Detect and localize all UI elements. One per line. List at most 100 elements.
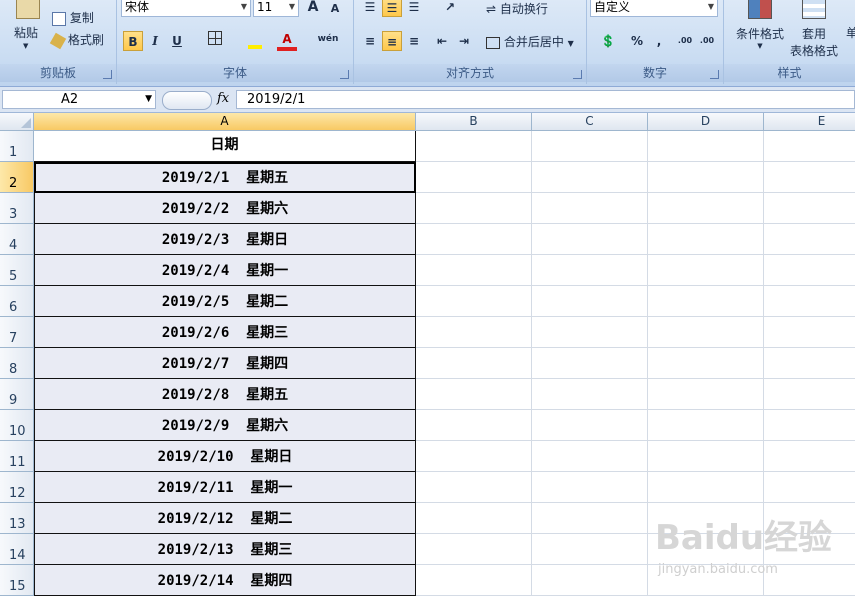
cell-c5[interactable] [532, 255, 648, 286]
row-header-4[interactable]: 4 [0, 224, 34, 255]
number-launcher-icon[interactable]: . [710, 70, 719, 79]
cell-a8[interactable]: 2019/2/7 星期四 [34, 348, 416, 379]
phonetic-button[interactable]: wén [315, 29, 341, 49]
cell-a12[interactable]: 2019/2/11 星期一 [34, 472, 416, 503]
cell-a9[interactable]: 2019/2/8 星期五 [34, 379, 416, 410]
comma-button[interactable]: , [649, 31, 669, 51]
cell-c9[interactable] [532, 379, 648, 410]
cell-c11[interactable] [532, 441, 648, 472]
cell-d10[interactable] [648, 410, 764, 441]
cell-a15[interactable]: 2019/2/14 星期四 [34, 565, 416, 596]
row-header-5[interactable]: 5 [0, 255, 34, 286]
cell-e10[interactable] [764, 410, 855, 441]
row-header-7[interactable]: 7 [0, 317, 34, 348]
conditional-format-button[interactable]: 条件格式 ▼ [730, 0, 790, 60]
row-header-14[interactable]: 14 [0, 534, 34, 565]
paste-button[interactable]: 粘贴 ▼ [6, 0, 46, 62]
shrink-font-button[interactable]: A [325, 0, 345, 19]
cell-c1[interactable] [532, 131, 648, 162]
cell-c2[interactable] [532, 162, 648, 193]
cell-d6[interactable] [648, 286, 764, 317]
cell-a4[interactable]: 2019/2/3 星期日 [34, 224, 416, 255]
cell-c10[interactable] [532, 410, 648, 441]
row-header-15[interactable]: 15 [0, 565, 34, 596]
cell-c12[interactable] [532, 472, 648, 503]
row-header-12[interactable]: 12 [0, 472, 34, 503]
cell-a5[interactable]: 2019/2/4 星期一 [34, 255, 416, 286]
row-header-11[interactable]: 11 [0, 441, 34, 472]
cell-a3[interactable]: 2019/2/2 星期六 [34, 193, 416, 224]
cell-b10[interactable] [416, 410, 532, 441]
cell-c4[interactable] [532, 224, 648, 255]
row-header-9[interactable]: 9 [0, 379, 34, 410]
cell-b12[interactable] [416, 472, 532, 503]
column-header-b[interactable]: B [416, 113, 532, 131]
copy-button[interactable]: 复制 [52, 9, 94, 26]
cell-c8[interactable] [532, 348, 648, 379]
number-format-select[interactable]: 自定义 ▼ [590, 0, 718, 17]
orientation-icon[interactable]: ↗ [436, 0, 464, 17]
underline-button[interactable]: U [167, 31, 187, 51]
cell-c6[interactable] [532, 286, 648, 317]
row-header-8[interactable]: 8 [0, 348, 34, 379]
font-color-button[interactable]: A [277, 29, 297, 51]
cell-e7[interactable] [764, 317, 855, 348]
cell-b14[interactable] [416, 534, 532, 565]
cell-b1[interactable] [416, 131, 532, 162]
align-center-icon[interactable]: ≡ [382, 31, 402, 51]
column-header-a[interactable]: A [34, 113, 416, 131]
cell-e6[interactable] [764, 286, 855, 317]
grow-font-button[interactable]: A [303, 0, 323, 17]
cell-e4[interactable] [764, 224, 855, 255]
cell-a6[interactable]: 2019/2/5 星期二 [34, 286, 416, 317]
row-header-10[interactable]: 10 [0, 410, 34, 441]
alignment-launcher-icon[interactable]: . [573, 70, 582, 79]
row-header-1[interactable]: 1 [0, 131, 34, 162]
cell-e3[interactable] [764, 193, 855, 224]
cell-b2[interactable] [416, 162, 532, 193]
column-header-c[interactable]: C [532, 113, 648, 131]
cell-b3[interactable] [416, 193, 532, 224]
cell-c14[interactable] [532, 534, 648, 565]
row-header-2[interactable]: 2 [0, 162, 34, 193]
cell-d7[interactable] [648, 317, 764, 348]
font-name-select[interactable]: 宋体 ▼ [121, 0, 251, 17]
clipboard-launcher-icon[interactable]: . [103, 70, 112, 79]
cell-a13[interactable]: 2019/2/12 星期二 [34, 503, 416, 534]
font-size-select[interactable]: 11 ▼ [253, 0, 299, 17]
cell-b4[interactable] [416, 224, 532, 255]
cell-b7[interactable] [416, 317, 532, 348]
cell-e11[interactable] [764, 441, 855, 472]
row-header-3[interactable]: 3 [0, 193, 34, 224]
cell-d8[interactable] [648, 348, 764, 379]
bold-button[interactable]: B [123, 31, 143, 51]
formula-zoom-handle[interactable] [162, 91, 212, 110]
cell-e2[interactable] [764, 162, 855, 193]
cell-a14[interactable]: 2019/2/13 星期三 [34, 534, 416, 565]
align-bottom-icon[interactable]: ☰ [404, 0, 424, 17]
cell-d9[interactable] [648, 379, 764, 410]
cell-b8[interactable] [416, 348, 532, 379]
percent-button[interactable]: % [627, 31, 647, 51]
cell-b13[interactable] [416, 503, 532, 534]
cell-styles-button[interactable]: 单 [846, 24, 855, 41]
fill-color-button[interactable] [245, 31, 265, 51]
insert-function-icon[interactable]: fx [217, 91, 229, 106]
cell-b15[interactable] [416, 565, 532, 596]
format-painter-button[interactable]: 格式刷 [49, 31, 104, 49]
format-as-table-button[interactable]: 套用 表格格式 [784, 0, 844, 60]
column-header-e[interactable]: E [764, 113, 855, 131]
cell-d4[interactable] [648, 224, 764, 255]
cell-b5[interactable] [416, 255, 532, 286]
align-left-icon[interactable]: ≡ [360, 31, 380, 51]
cell-e1[interactable] [764, 131, 855, 162]
cell-a2[interactable]: 2019/2/1 星期五 [34, 162, 416, 193]
cell-a10[interactable]: 2019/2/9 星期六 [34, 410, 416, 441]
cell-d3[interactable] [648, 193, 764, 224]
align-middle-icon[interactable]: ☰ [382, 0, 402, 17]
select-all-button[interactable] [0, 113, 34, 131]
cell-a11[interactable]: 2019/2/10 星期日 [34, 441, 416, 472]
decrease-indent-icon[interactable]: ⇤ [432, 31, 452, 51]
currency-icon[interactable]: 💲 [593, 31, 623, 51]
row-header-13[interactable]: 13 [0, 503, 34, 534]
